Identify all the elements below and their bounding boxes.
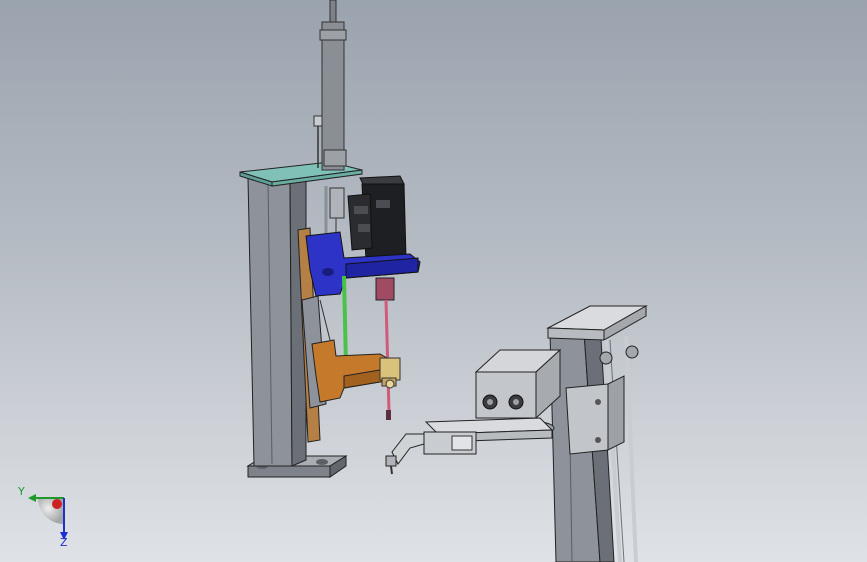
air-cylinder-body xyxy=(321,21,345,171)
triad-origin xyxy=(52,499,62,509)
left-column-assembly[interactable] xyxy=(239,0,421,478)
right-slide-block xyxy=(565,383,609,455)
assembly-model[interactable] xyxy=(0,0,867,562)
cad-viewport[interactable]: Y Z xyxy=(0,0,867,562)
coordinate-triad: Y Z xyxy=(17,485,68,548)
right-column-assembly[interactable] xyxy=(385,305,648,562)
sensor-post xyxy=(313,115,323,127)
gripper xyxy=(385,431,477,475)
air-cylinder-rod xyxy=(329,0,337,25)
y-axis-label: Y xyxy=(17,485,25,498)
pneumatic-cylinder-front xyxy=(475,371,537,419)
green-guide-rod xyxy=(342,275,348,367)
pink-probe-rod xyxy=(384,299,391,413)
black-motor xyxy=(347,175,407,261)
z-axis-label: Z xyxy=(60,536,68,548)
